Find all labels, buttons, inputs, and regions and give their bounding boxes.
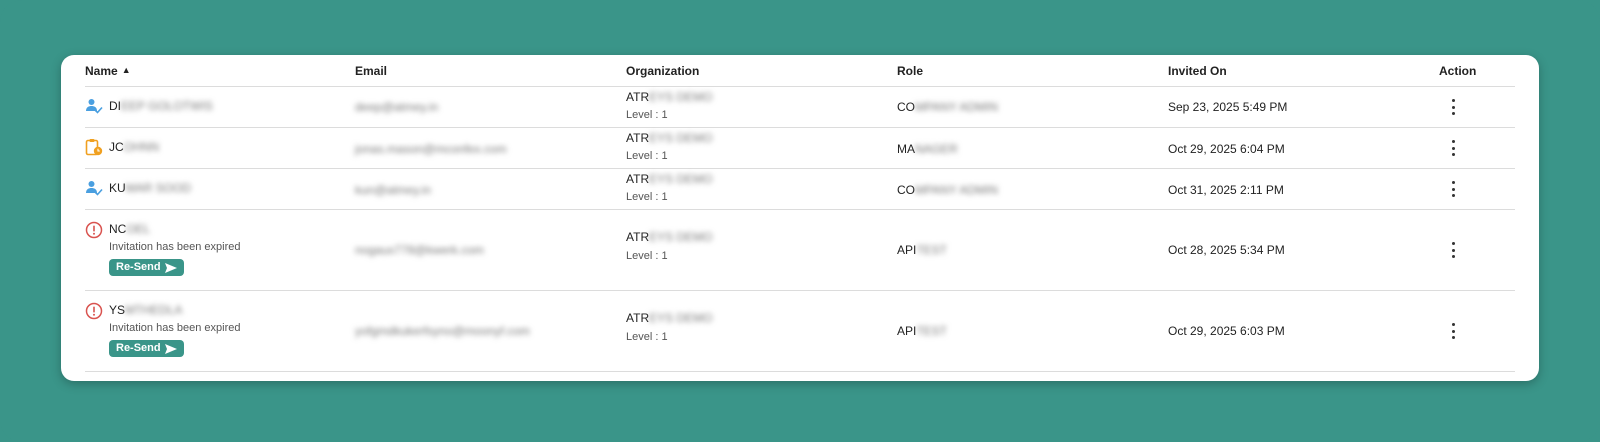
user-role: MANAGER — [897, 142, 958, 156]
invitation-expired-text: Invitation has been expired — [109, 322, 241, 334]
row-action-menu-icon[interactable] — [1448, 140, 1458, 156]
organization-name: ATREYS DEMO — [626, 172, 713, 186]
invitations-table: Name ▲ Email Organization Role Invited On… — [85, 55, 1515, 372]
user-role: APITEST — [897, 324, 948, 338]
organization-name: ATREYS DEMO — [626, 131, 713, 145]
alert-circle-icon — [85, 302, 103, 320]
table-header: Name ▲ Email Organization Role Invited On… — [85, 55, 1515, 87]
user-email: kun@atmey.in — [355, 183, 431, 197]
resend-button-label: Re-Send — [116, 342, 161, 354]
user-name: KUMAR SOOD — [109, 181, 192, 195]
row-action-menu-icon[interactable] — [1448, 181, 1458, 197]
send-icon — [164, 343, 177, 354]
invited-on-date: Oct 31, 2025 2:11 PM — [1168, 183, 1284, 197]
user-name: JCOHNN — [109, 140, 160, 154]
column-header-name-label: Name — [85, 64, 118, 78]
invited-on-date: Oct 29, 2025 6:03 PM — [1168, 324, 1285, 338]
row-action-menu-icon[interactable] — [1448, 99, 1458, 115]
invitation-expired-text: Invitation has been expired — [109, 241, 241, 253]
table-row: YSMTHEDLA Invitation has been expired Re… — [85, 291, 1515, 372]
organization-level: Level : 1 — [626, 250, 668, 262]
row-action-menu-icon[interactable] — [1448, 242, 1458, 258]
alert-circle-icon — [85, 221, 103, 239]
sort-ascending-icon[interactable]: ▲ — [122, 65, 131, 75]
user-name: NCOEL — [109, 222, 151, 236]
resend-button[interactable]: Re-Send — [109, 259, 184, 276]
organization-level: Level : 1 — [626, 150, 668, 162]
invited-on-date: Oct 29, 2025 6:04 PM — [1168, 142, 1285, 156]
user-check-icon — [86, 181, 103, 196]
organization-level: Level : 1 — [626, 331, 668, 343]
organization-name: ATREYS DEMO — [626, 230, 713, 244]
column-header-action: Action — [1439, 64, 1477, 78]
table-row: JCOHNN jonas.mason@mconfex.com ATREYS DE… — [85, 128, 1515, 169]
row-action-menu-icon[interactable] — [1448, 323, 1458, 339]
column-header-name[interactable]: Name ▲ — [85, 64, 131, 78]
column-header-role: Role — [897, 64, 924, 78]
organization-name: ATREYS DEMO — [626, 311, 713, 325]
user-email: jonas.mason@mconfex.com — [355, 142, 507, 156]
table-row: NCOEL Invitation has been expired Re-Sen… — [85, 210, 1515, 291]
clipboard-clock-icon — [85, 139, 103, 156]
invitations-card: Name ▲ Email Organization Role Invited On… — [61, 55, 1539, 381]
user-role: COMPANY ADMIN — [897, 183, 998, 197]
send-icon — [164, 262, 177, 273]
user-email: nogaux778@kwerk.com — [355, 243, 484, 257]
user-email: yofgmdkukerfsyno@moonyf.com — [355, 324, 530, 338]
user-name: YSMTHEDLA — [109, 303, 183, 317]
column-header-email: Email — [355, 64, 388, 78]
user-email: deep@atmey.in — [355, 100, 439, 114]
invited-on-date: Oct 28, 2025 5:34 PM — [1168, 243, 1285, 257]
user-check-icon — [86, 99, 103, 114]
organization-level: Level : 1 — [626, 109, 668, 121]
organization-level: Level : 1 — [626, 191, 668, 203]
column-header-organization: Organization — [626, 64, 700, 78]
resend-button[interactable]: Re-Send — [109, 340, 184, 357]
resend-button-label: Re-Send — [116, 261, 161, 273]
user-role: COMPANY ADMIN — [897, 100, 998, 114]
organization-name: ATREYS DEMO — [626, 90, 713, 104]
table-row: KUMAR SOOD kun@atmey.in ATREYS DEMO Leve… — [85, 169, 1515, 210]
invited-on-date: Sep 23, 2025 5:49 PM — [1168, 100, 1288, 114]
user-name: DIEEP GOLOTWIS — [109, 99, 213, 113]
user-role: APITEST — [897, 243, 948, 257]
column-header-invited-on: Invited On — [1168, 64, 1227, 78]
table-row: DIEEP GOLOTWIS deep@atmey.in ATREYS DEMO… — [85, 87, 1515, 128]
